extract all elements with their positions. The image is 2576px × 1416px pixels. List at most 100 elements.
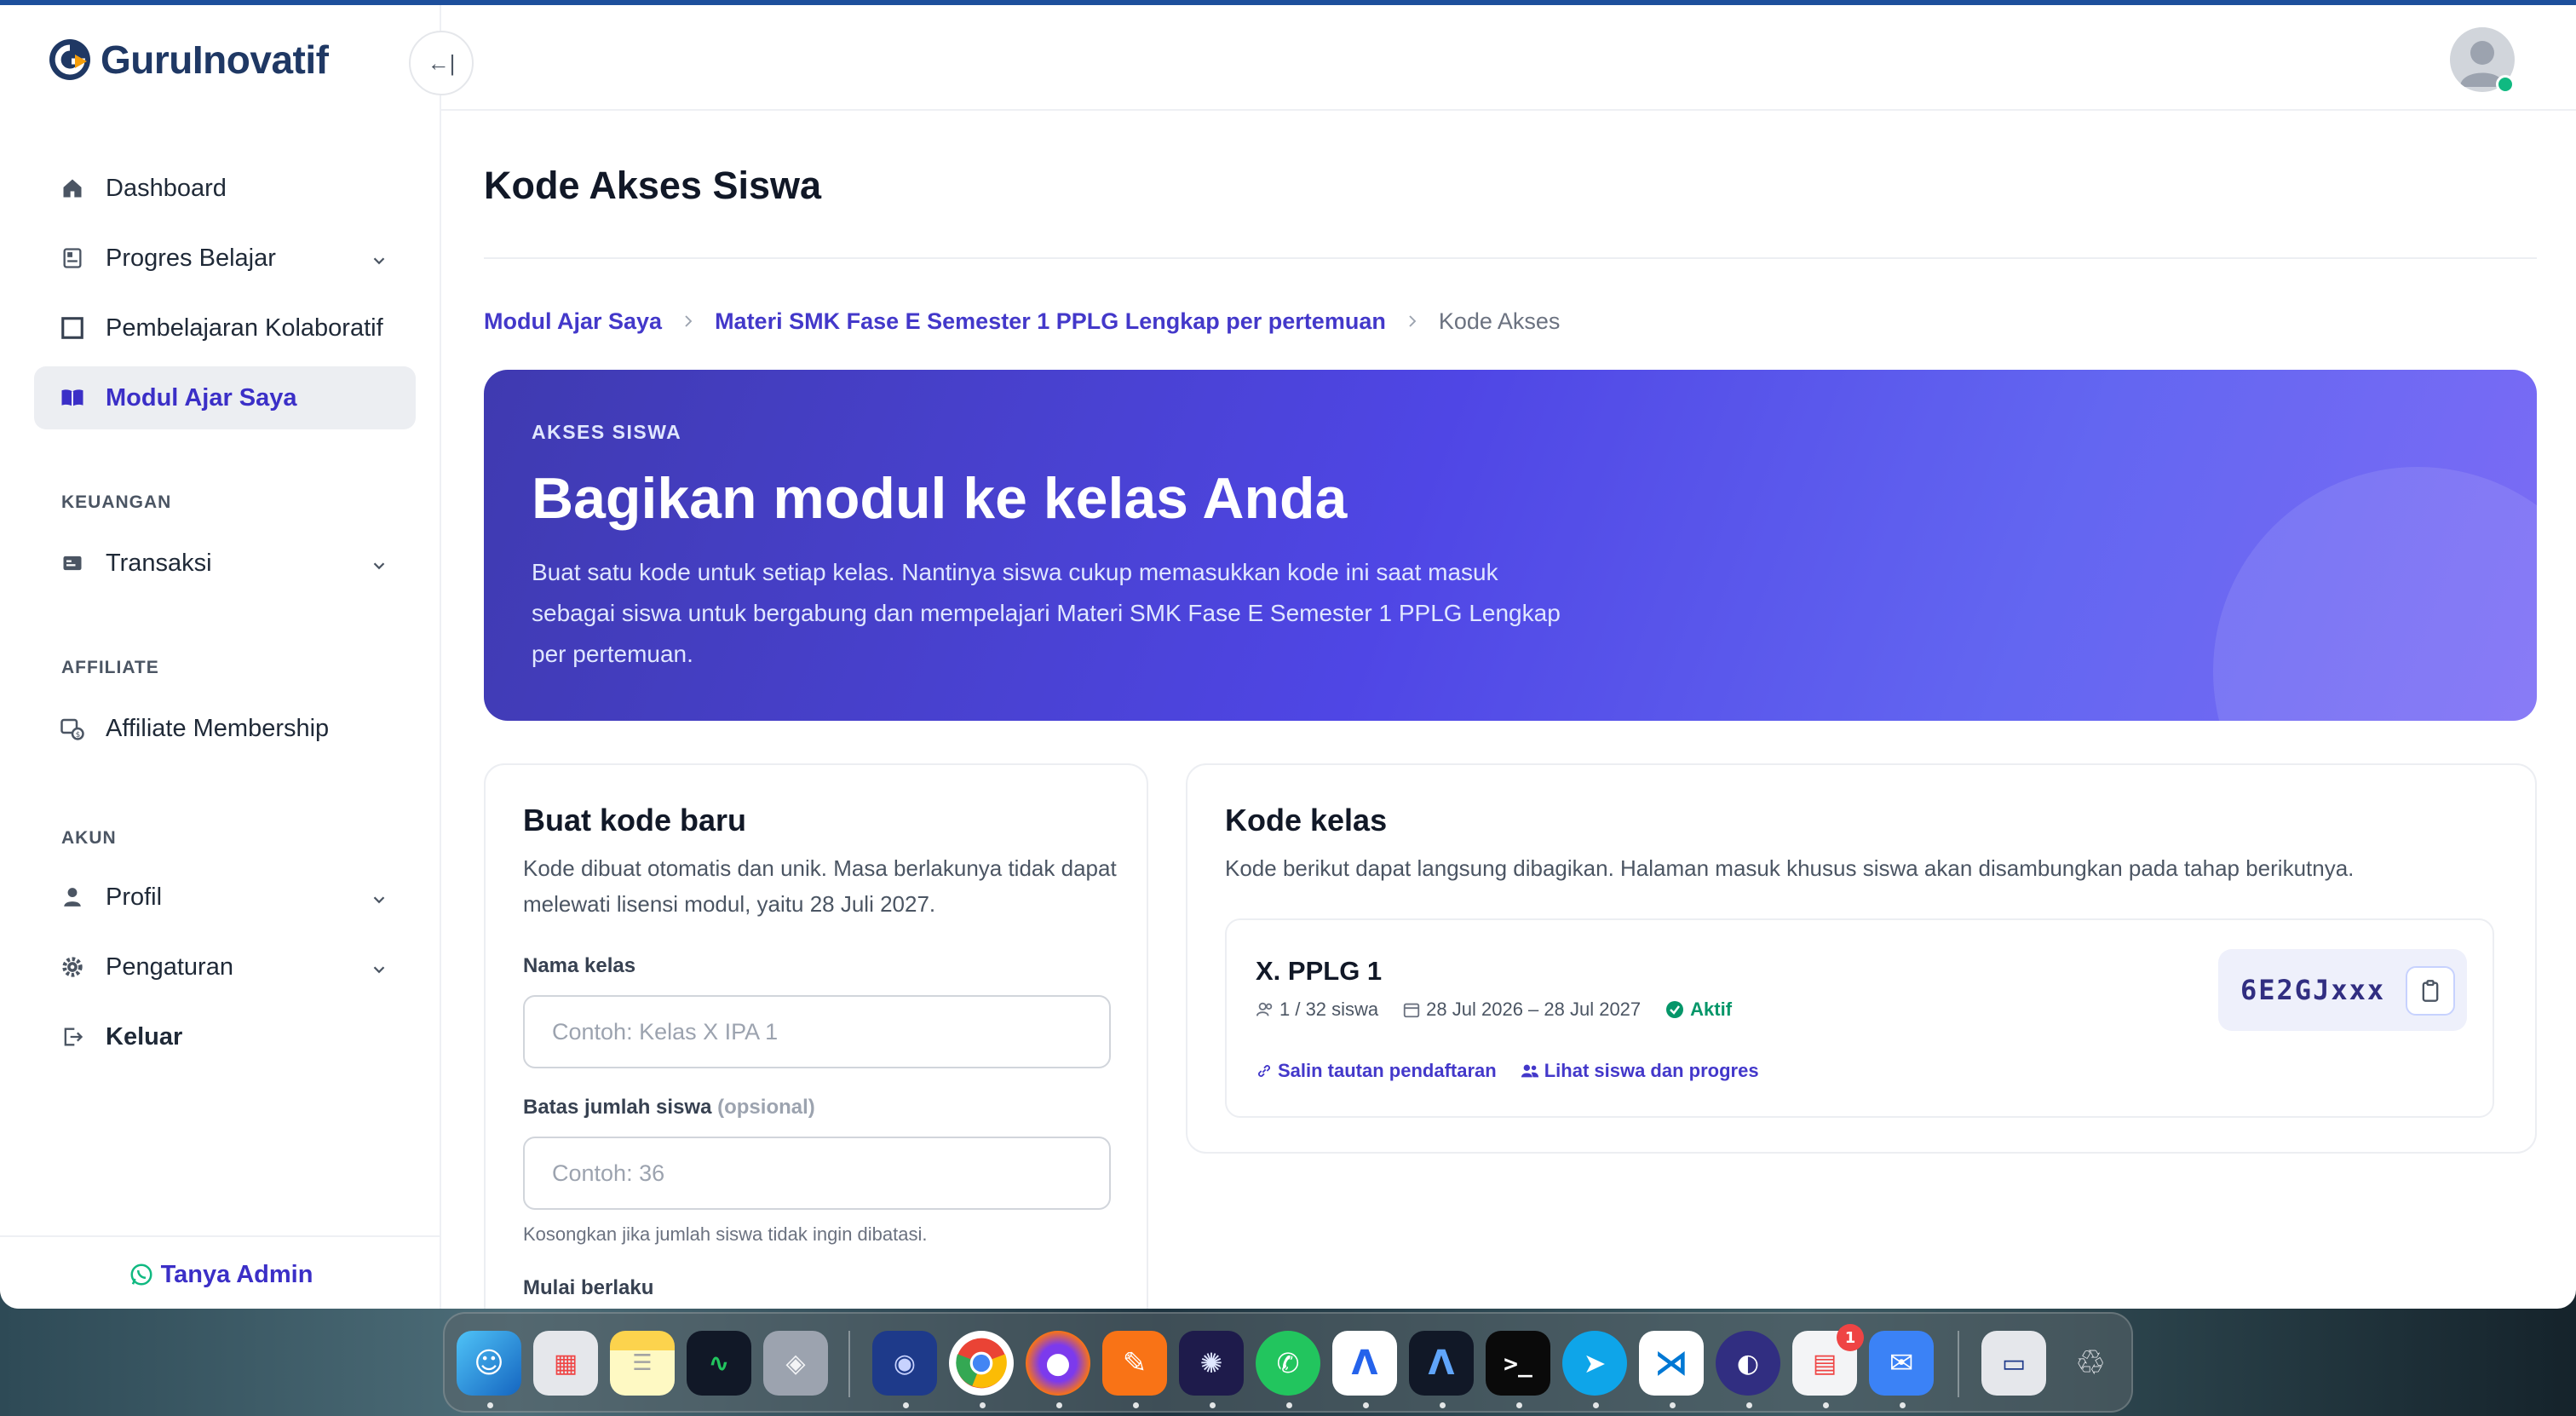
sidebar-item-label: Pengaturan: [106, 953, 233, 981]
finder-icon[interactable]: ☺: [457, 1331, 521, 1396]
class-name: X. PPLG 1: [1256, 956, 1383, 986]
breadcrumb-link-modul-ajar[interactable]: Modul Ajar Saya: [484, 308, 662, 335]
calendar-icon: [1402, 1000, 1426, 1019]
chrome-icon[interactable]: [949, 1331, 1014, 1396]
running-indicator: [1363, 1402, 1369, 1408]
access-code: 6E2GJxxx: [2240, 974, 2386, 1006]
brand-logo[interactable]: GuruInovatif: [46, 36, 329, 83]
terminal-icon[interactable]: >_: [1486, 1331, 1550, 1396]
status-badge: Aktif: [1665, 999, 1732, 1021]
user-icon: [58, 883, 87, 912]
chevron-down-icon: [370, 958, 388, 986]
optional-tag: (opsional): [717, 1096, 815, 1119]
book-progress-icon: [58, 244, 87, 273]
users-icon: [1521, 1062, 1544, 1080]
activity-monitor-icon[interactable]: ∿: [687, 1331, 751, 1396]
sidebar-item-label: Profil: [106, 883, 163, 911]
app-store-icon[interactable]: ▤ 1: [1792, 1324, 1864, 1396]
trash-icon[interactable]: ♲: [2058, 1331, 2123, 1396]
firefox-icon[interactable]: ●: [1026, 1331, 1090, 1396]
student-limit-hint: Kosongkan jika jumlah siswa tidak ingin …: [523, 1223, 928, 1245]
arc-app-icon[interactable]: Λ: [1332, 1331, 1397, 1396]
copy-registration-link[interactable]: Salin tautan pendaftaran: [1256, 1060, 1497, 1082]
check-circle-icon: [1665, 999, 1690, 1020]
downloads-stack-icon[interactable]: ▭: [1981, 1331, 2046, 1396]
affiliate-icon: $: [58, 714, 87, 743]
sidebar-item-profil[interactable]: Profil: [34, 866, 416, 929]
validity-period: 28 Jul 2026 – 28 Jul 2027: [1402, 999, 1641, 1021]
running-indicator: [980, 1402, 986, 1408]
create-code-card: Buat kode baru Kode dibuat otomatis dan …: [484, 763, 1148, 1309]
chevron-down-icon: [370, 888, 388, 916]
launchpad-icon[interactable]: ▦: [533, 1331, 598, 1396]
sidebar-item-pembelajaran-kolaboratif[interactable]: Pembelajaran Kolaboratif: [34, 296, 416, 360]
decorative-circle: [2213, 467, 2537, 721]
sidebar-item-label: Modul Ajar Saya: [106, 383, 297, 412]
sidebar-item-label: Pembelajaran Kolaboratif: [106, 314, 383, 342]
sidebar-item-label: Keluar: [106, 1022, 183, 1050]
gear-icon: [58, 953, 87, 981]
create-card-title: Buat kode baru: [523, 803, 747, 838]
student-count-text: 1 / 32 siswa: [1279, 999, 1379, 1020]
tanya-admin-label: Tanya Admin: [160, 1260, 313, 1288]
tanya-admin-button[interactable]: Tanya Admin: [0, 1235, 441, 1309]
sidebar-item-pengaturan[interactable]: Pengaturan: [34, 935, 416, 999]
whatsapp-app-icon[interactable]: ✆: [1256, 1331, 1320, 1396]
dock-separator: [1958, 1331, 1959, 1397]
telegram-icon[interactable]: ➤: [1562, 1331, 1627, 1396]
class-meta: 1 / 32 siswa 28 Jul 2026 – 28 Jul 2027 A…: [1256, 999, 1756, 1021]
vscode-icon[interactable]: ⋊: [1639, 1331, 1704, 1396]
app-icon-a[interactable]: Λ: [1409, 1331, 1474, 1396]
layers-app-icon[interactable]: ◈: [763, 1331, 828, 1396]
running-indicator: [1056, 1402, 1062, 1408]
brand-name: GuruInovatif: [101, 37, 329, 82]
running-indicator: [1900, 1402, 1906, 1408]
pen-app-icon[interactable]: ✎: [1102, 1331, 1167, 1396]
notes-icon[interactable]: ☰: [610, 1331, 675, 1396]
view-students-progress-link[interactable]: Lihat siswa dan progres: [1521, 1060, 1759, 1082]
whatsapp-icon: [129, 1262, 154, 1287]
class-name-input[interactable]: [523, 995, 1111, 1068]
student-limit-input[interactable]: [523, 1137, 1111, 1210]
macos-dock: ☺ ▦ ☰ ∿ ◈ ◉ ● ✎ ✺ ✆ Λ Λ >_ ➤ ⋊ ◐ ▤ 1 ✉ ▭…: [443, 1312, 2133, 1413]
running-indicator: [1593, 1402, 1599, 1408]
student-limit-label: Batas jumlah siswa (opsional): [523, 1096, 815, 1120]
student-count: 1 / 32 siswa: [1256, 999, 1378, 1021]
class-code-item: X. PPLG 1 1 / 32 siswa 28 Jul 2026 – 28 …: [1225, 918, 2494, 1118]
receipt-icon: [58, 549, 87, 578]
sidebar-item-label: Transaksi: [106, 549, 212, 577]
notification-badge: 1: [1837, 1324, 1864, 1351]
student-limit-label-text: Batas jumlah siswa: [523, 1096, 712, 1119]
sidebar-item-label: Affiliate Membership: [106, 714, 330, 742]
mail-icon[interactable]: ✉: [1869, 1331, 1934, 1396]
chevron-right-icon: [681, 308, 696, 335]
codes-card-title: Kode kelas: [1225, 803, 1388, 838]
class-actions: Salin tautan pendaftaran Lihat siswa dan…: [1256, 1060, 1783, 1082]
divider: [484, 257, 2537, 259]
sidebar-item-progres-belajar[interactable]: Progres Belajar: [34, 227, 416, 290]
topbar: [441, 5, 2576, 111]
sidebar-item-transaksi[interactable]: Transaksi: [34, 532, 416, 595]
sidebar-item-modul-ajar-saya[interactable]: Modul Ajar Saya: [34, 366, 416, 429]
collapse-sidebar-button[interactable]: ←|: [409, 31, 474, 95]
copy-code-button[interactable]: [2406, 966, 2455, 1016]
section-label-keuangan: KEUANGAN: [61, 492, 172, 512]
breadcrumb-current: Kode Akses: [1438, 308, 1561, 334]
chatgpt-icon[interactable]: ✺: [1179, 1331, 1244, 1396]
running-indicator: [1286, 1402, 1292, 1408]
app-icon-chat[interactable]: ◐: [1716, 1331, 1780, 1396]
sidebar-item-label: Dashboard: [106, 174, 227, 202]
sidebar-item-affiliate-membership[interactable]: $ Affiliate Membership: [34, 697, 416, 760]
validity-period-text: 28 Jul 2026 – 28 Jul 2027: [1426, 999, 1642, 1020]
app-icon-cylinder[interactable]: ◉: [872, 1331, 937, 1396]
link-icon: [1256, 1062, 1278, 1079]
sidebar: GuruInovatif Dashboard Progres Belajar P…: [0, 5, 441, 1309]
breadcrumb-link-materi[interactable]: Materi SMK Fase E Semester 1 PPLG Lengka…: [715, 308, 1386, 335]
online-status-dot: [2496, 75, 2515, 94]
users-icon: [1256, 1000, 1279, 1019]
svg-text:$: $: [76, 731, 81, 740]
running-indicator: [1746, 1402, 1752, 1408]
sidebar-item-dashboard[interactable]: Dashboard: [34, 157, 416, 220]
home-icon: [58, 174, 87, 203]
sidebar-item-keluar[interactable]: Keluar: [34, 1005, 416, 1068]
